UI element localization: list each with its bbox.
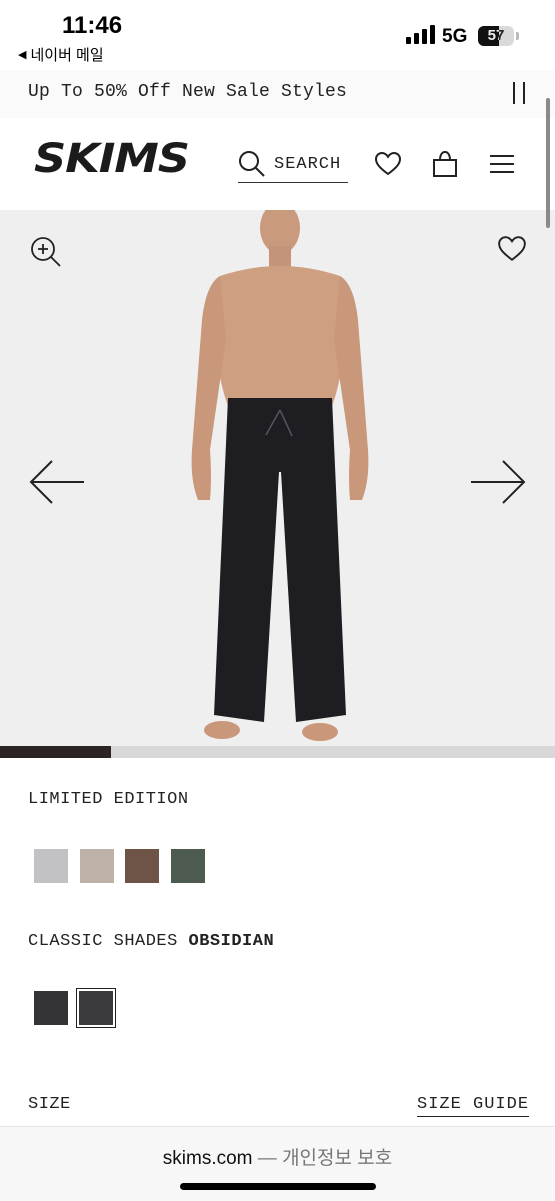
home-indicator[interactable]	[180, 1183, 376, 1190]
selected-color-name: OBSIDIAN	[188, 932, 275, 951]
status-time: 11:46	[62, 12, 123, 39]
size-label: SIZE	[28, 1095, 71, 1114]
shopping-bag-icon[interactable]	[431, 150, 459, 178]
back-triangle-icon: ◀	[18, 49, 27, 61]
url-domain: skims.com	[162, 1148, 253, 1169]
product-model-image	[191, 210, 369, 741]
signal-icon	[406, 24, 435, 44]
back-app-label: 네이버 메일	[30, 47, 104, 64]
battery-icon: 57	[478, 26, 514, 46]
color-swatch[interactable]	[34, 991, 68, 1025]
color-swatch[interactable]	[79, 849, 114, 883]
limited-edition-label: LIMITED EDITION	[28, 790, 189, 809]
back-to-app-link[interactable]: ◀ 네이버 메일	[18, 44, 104, 65]
arrow-right-icon[interactable]	[469, 458, 527, 506]
battery-tip	[516, 32, 519, 40]
network-type: 5G	[442, 26, 468, 47]
brand-logo[interactable]: SKIMS	[34, 136, 190, 182]
browser-url-bar[interactable]: skims.com — 개인정보 보호	[0, 1126, 555, 1201]
size-guide-link[interactable]: SIZE GUIDE	[417, 1095, 530, 1117]
battery-level: 57	[487, 27, 505, 44]
search-button[interactable]: SEARCH	[238, 146, 348, 183]
promo-banner: Up To 50% Off New Sale Styles	[0, 70, 555, 118]
status-bar: 11:46 ◀ 네이버 메일 5G 57	[0, 0, 555, 70]
search-icon	[239, 151, 265, 177]
privacy-label: 개인정보 보호	[282, 1148, 393, 1169]
arrow-left-icon[interactable]	[28, 458, 86, 506]
classic-shades-title: CLASSIC SHADES	[28, 932, 178, 951]
gallery-progress-bar	[0, 746, 555, 758]
menu-icon[interactable]	[488, 150, 516, 178]
page-scrollbar[interactable]	[546, 98, 550, 228]
gallery-progress-fill	[0, 746, 111, 758]
wishlist-heart-icon[interactable]	[374, 150, 402, 178]
color-swatch[interactable]	[34, 849, 68, 883]
color-swatch[interactable]	[170, 849, 205, 883]
color-swatch[interactable]	[125, 849, 159, 883]
zoom-in-icon[interactable]	[30, 236, 62, 268]
url-display[interactable]: skims.com — 개인정보 보호	[0, 1143, 555, 1170]
color-swatch-obsidian[interactable]	[79, 991, 113, 1025]
pause-icon[interactable]	[509, 82, 529, 106]
url-separator: —	[252, 1148, 283, 1169]
promo-text[interactable]: Up To 50% Off New Sale Styles	[28, 82, 347, 102]
site-header: SKIMS SEARCH	[0, 118, 555, 210]
search-label: SEARCH	[274, 154, 342, 174]
classic-shades-label: CLASSIC SHADES OBSIDIAN	[28, 932, 274, 951]
product-image-gallery[interactable]	[0, 210, 555, 750]
favorite-heart-icon[interactable]	[497, 234, 527, 264]
